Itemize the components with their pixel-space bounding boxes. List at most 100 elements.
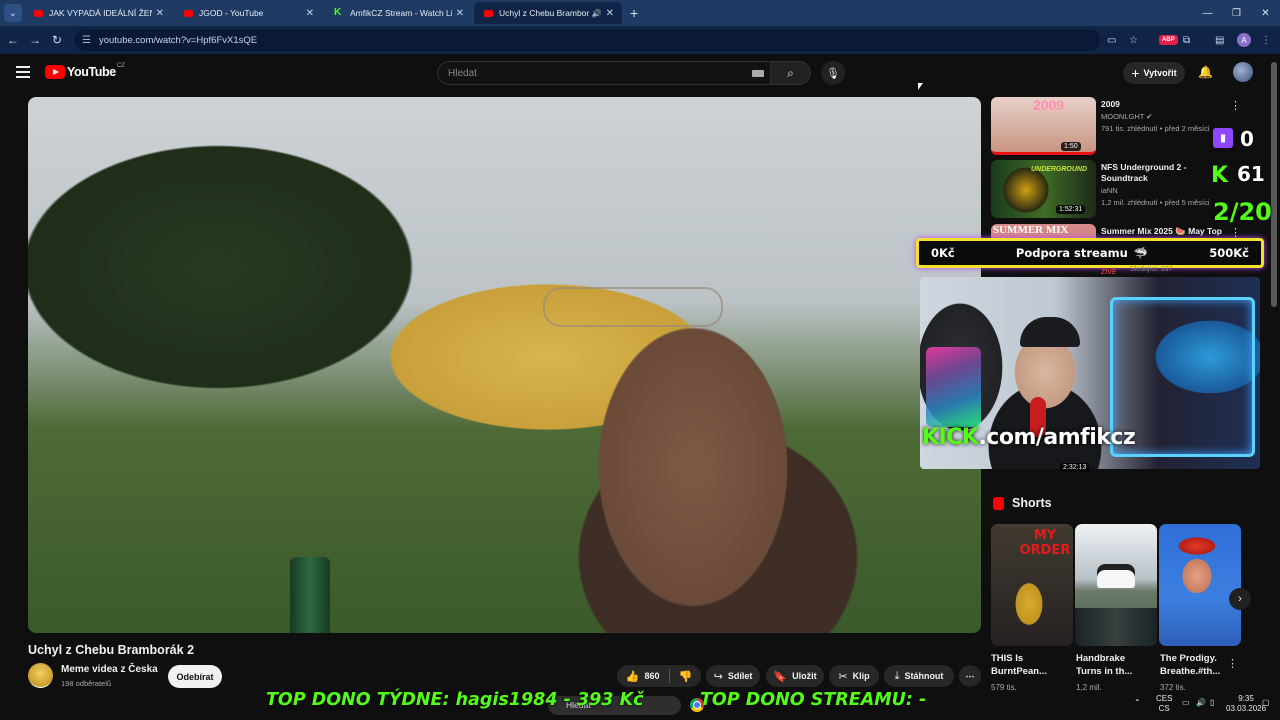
tab-2[interactable]: JGOD - YouTube ✕ (174, 2, 322, 24)
like-icon[interactable]: 👍 (626, 670, 640, 683)
tab-4-active[interactable]: Uchyl z Chebu Bramborák 2 🔊 ✕ (474, 2, 622, 24)
short-title[interactable]: The Prodigy. Breathe.#th... (1160, 652, 1224, 678)
keyboard-icon[interactable] (752, 70, 764, 77)
cast-icon[interactable]: ▭ (1107, 26, 1116, 54)
video-thumbnail[interactable]: SUMMER MIX (991, 224, 1096, 238)
duration-badge: 2:32:13 (1060, 463, 1090, 472)
menu-icon[interactable] (16, 66, 30, 78)
short-thumbnail[interactable] (1159, 524, 1241, 646)
channel-name[interactable]: Meme videa z Česka (61, 664, 158, 675)
adblock-extension-icon[interactable]: ABP (1159, 26, 1178, 54)
new-tab-icon[interactable]: + (630, 5, 638, 21)
shark-icon: 🦈 (1133, 246, 1149, 260)
page-scrollbar[interactable] (1271, 62, 1277, 307)
download-label: Stáhnout (904, 671, 944, 681)
browser-menu-icon[interactable]: ⋮ (1261, 26, 1271, 54)
tab-1[interactable]: JAK VYPADÁ IDEÁLNÍ ŽENSKÁ | ✕ (24, 2, 172, 24)
forward-icon[interactable]: → (24, 33, 46, 47)
scissors-icon: ✂ (838, 670, 848, 683)
kick-url-suffix: .com/amfikcz (978, 425, 1136, 450)
video-player[interactable] (28, 97, 981, 633)
profile-initial: A (1237, 33, 1251, 47)
profile-avatar[interactable]: A (1237, 26, 1251, 54)
language-bottom: CS (1158, 704, 1170, 713)
back-icon[interactable]: ← (2, 33, 24, 47)
channel-avatar[interactable] (28, 663, 53, 688)
goal-title-text: Podpora streamu (1015, 246, 1128, 260)
voice-search-button[interactable]: 🎙 (821, 61, 845, 85)
clock[interactable]: 9:35 03.03.2026 (1226, 694, 1266, 714)
tab-search-icon[interactable]: ▤ (1215, 26, 1224, 54)
minimize-icon[interactable]: — (1193, 8, 1222, 19)
kick-viewer-count: 61 (1237, 162, 1265, 186)
thumbnail-text: 2009 (1033, 97, 1065, 113)
save-button[interactable]: 🔖 Uložit (766, 665, 824, 687)
tab-3[interactable]: K AmfikCZ Stream - Watch Live o ✕ (324, 2, 472, 24)
close-icon[interactable]: ✕ (306, 8, 314, 19)
notifications-bell-icon[interactable]: 🔔 (1198, 65, 1213, 79)
close-window-icon[interactable]: ✕ (1251, 8, 1280, 19)
shorts-title: Shorts (1012, 496, 1052, 510)
window-controls: — ❐ ✕ (1193, 0, 1280, 26)
sub-goal-counter: 2/20 (1213, 198, 1272, 226)
reload-icon[interactable]: ↻ (46, 33, 68, 47)
battery-icon[interactable]: ▯ (1210, 698, 1214, 708)
search-input[interactable]: Hledat (437, 61, 771, 85)
close-icon[interactable]: ✕ (456, 8, 464, 19)
clip-label: Klip (852, 671, 870, 681)
short-title[interactable]: Handbrake Turns in th... (1076, 652, 1146, 678)
restore-icon[interactable]: ❐ (1222, 8, 1251, 19)
subscribe-button[interactable]: Odebírat (168, 665, 222, 688)
address-bar-row: ← → ↻ ☰ youtube.com/watch?v=Hpf6FvX1sQE (0, 26, 1280, 54)
subscriber-count: 198 odběratelů (61, 679, 112, 688)
tab-title: JAK VYPADÁ IDEÁLNÍ ŽENSKÁ | (49, 8, 152, 18)
more-options-icon[interactable]: ⋮ (1230, 99, 1241, 112)
download-button[interactable]: ⤓ Stáhnout (884, 665, 954, 687)
extensions-icon[interactable]: ⧉ (1183, 26, 1190, 54)
volume-icon[interactable]: 🔊 (1196, 698, 1206, 708)
short-thumbnail[interactable] (1075, 524, 1157, 646)
close-icon[interactable]: ✕ (156, 8, 164, 19)
more-options-icon[interactable]: ⋮ (1227, 657, 1238, 670)
search-button[interactable]: ⌕ (771, 61, 811, 85)
more-actions-button[interactable]: ⋯ (959, 665, 981, 687)
language-indicator[interactable]: CES CS (1156, 694, 1172, 714)
kick-url-prefix: KICK (922, 425, 979, 450)
share-button[interactable]: ↪ Sdílet (706, 665, 760, 687)
recommendation-item[interactable]: SUMMER MIX Summer Mix 2025 🍉 May Top ⋮ (991, 224, 1251, 238)
create-button[interactable]: + Vytvořit (1123, 62, 1185, 84)
goal-current: 0Kč (931, 246, 955, 260)
close-icon[interactable]: ✕ (606, 8, 614, 19)
url-field[interactable]: ☰ youtube.com/watch?v=Hpf6FvX1sQE (74, 29, 1100, 51)
notifications-icon[interactable]: ▢ (1262, 698, 1270, 708)
bookmark-star-icon[interactable]: ☆ (1129, 26, 1138, 54)
tab-title: AmfikCZ Stream - Watch Live o (350, 8, 452, 18)
site-info-icon[interactable]: ☰ (82, 35, 91, 46)
tab-search-dropdown[interactable]: ⌄ (4, 4, 22, 22)
video-title: Summer Mix 2025 🍉 May Top (1101, 226, 1222, 236)
youtube-logo[interactable]: YouTube CZ (45, 63, 125, 79)
download-icon: ⤓ (894, 669, 900, 682)
next-arrow-icon[interactable]: › (1229, 588, 1251, 610)
account-avatar[interactable] (1233, 62, 1253, 82)
recommendation-item[interactable]: 2009 1:50 2009 MOONLGHT ✔ 791 tis. zhléd… (991, 97, 1251, 157)
live-badge: ŽIVĚ (1101, 269, 1117, 276)
bookmark-icon: 🔖 (773, 670, 788, 683)
thumbnail-text: SUMMER MIX (993, 224, 1069, 236)
short-thumbnail[interactable]: MY ORDER (991, 524, 1073, 646)
youtube-icon (184, 9, 193, 17)
tray-chevron-icon[interactable]: ⌃ (1134, 698, 1141, 708)
clip-button[interactable]: ✂ Klip (829, 665, 879, 687)
dislike-icon[interactable]: 👎 (679, 670, 693, 683)
short-views: 1,2 mil. (1076, 683, 1102, 692)
speaker-icon[interactable]: 🔊 (592, 9, 602, 18)
network-icon[interactable]: ▭ (1182, 698, 1190, 708)
youtube-icon (484, 9, 493, 17)
video-meta: 791 tis. zhlédnutí • před 2 měsíci (1101, 124, 1210, 133)
like-count[interactable]: 860 (644, 671, 659, 681)
more-options-icon[interactable]: ⋮ (1230, 226, 1241, 238)
tab-title: Uchyl z Chebu Bramborák 2 (499, 8, 589, 18)
clock-time: 9:35 (1238, 694, 1254, 703)
clock-date: 03.03.2026 (1226, 704, 1267, 713)
short-title[interactable]: THIS Is BurntPean... (991, 652, 1061, 678)
